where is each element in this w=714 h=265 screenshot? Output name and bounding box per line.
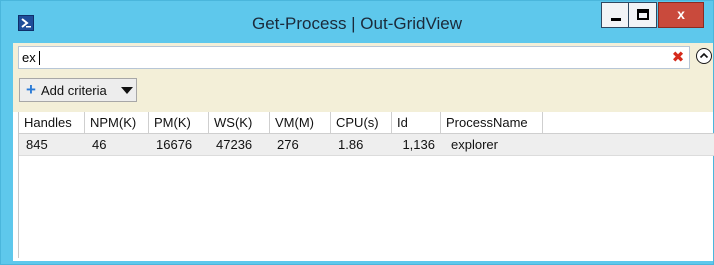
maximize-button[interactable]: [629, 2, 657, 28]
column-header-npm[interactable]: NPM(K): [85, 112, 149, 133]
search-box[interactable]: ✖: [18, 46, 690, 69]
clear-search-icon[interactable]: ✖: [669, 48, 687, 68]
cell-npm: 46: [92, 137, 107, 152]
minimize-icon: [611, 18, 621, 21]
add-criteria-label: Add criteria: [41, 83, 107, 98]
text-caret: [39, 51, 40, 65]
search-input[interactable]: [19, 47, 659, 68]
results-grid: Handles NPM(K) PM(K) WS(K) VM(M) CPU(s) …: [18, 112, 714, 258]
column-header-vm[interactable]: VM(M): [270, 112, 331, 133]
plus-icon: +: [26, 80, 36, 99]
cell-processname: explorer: [451, 137, 498, 152]
cell-pm: 16676: [156, 137, 193, 152]
maximize-icon: [637, 9, 649, 20]
cell-ws: 47236: [216, 137, 253, 152]
cell-vm: 276: [277, 137, 299, 152]
cell-id: 1,136: [402, 137, 435, 152]
column-header-cpu[interactable]: CPU(s): [331, 112, 392, 133]
column-header-id[interactable]: Id: [392, 112, 441, 133]
column-header-pm[interactable]: PM(K): [149, 112, 209, 133]
cell-cpu: 1.86: [338, 137, 364, 152]
cell-handles: 845: [26, 137, 48, 152]
filter-panel: ✖ + Add criteria: [13, 43, 713, 112]
minimize-button[interactable]: [601, 2, 629, 28]
grid-header: Handles NPM(K) PM(K) WS(K) VM(M) CPU(s) …: [19, 112, 714, 134]
dropdown-arrow-icon: [121, 87, 133, 94]
collapse-icon[interactable]: [696, 48, 712, 64]
title-bar[interactable]: Get-Process | Out-GridView x: [1, 1, 713, 43]
column-header-ws[interactable]: WS(K): [209, 112, 270, 133]
add-criteria-button[interactable]: + Add criteria: [19, 78, 137, 102]
table-row[interactable]: 845 46 16676 47236 276 1.86 1,136 explor…: [19, 134, 714, 156]
close-button[interactable]: x: [658, 2, 704, 28]
out-gridview-window: Get-Process | Out-GridView x ✖ +: [0, 0, 714, 265]
client-area: ✖ + Add criteria Handles NPM(K) PM(K) WS…: [13, 43, 714, 261]
column-header-processname[interactable]: ProcessName: [441, 112, 543, 133]
close-icon: x: [677, 6, 685, 22]
column-header-handles[interactable]: Handles: [19, 112, 85, 133]
